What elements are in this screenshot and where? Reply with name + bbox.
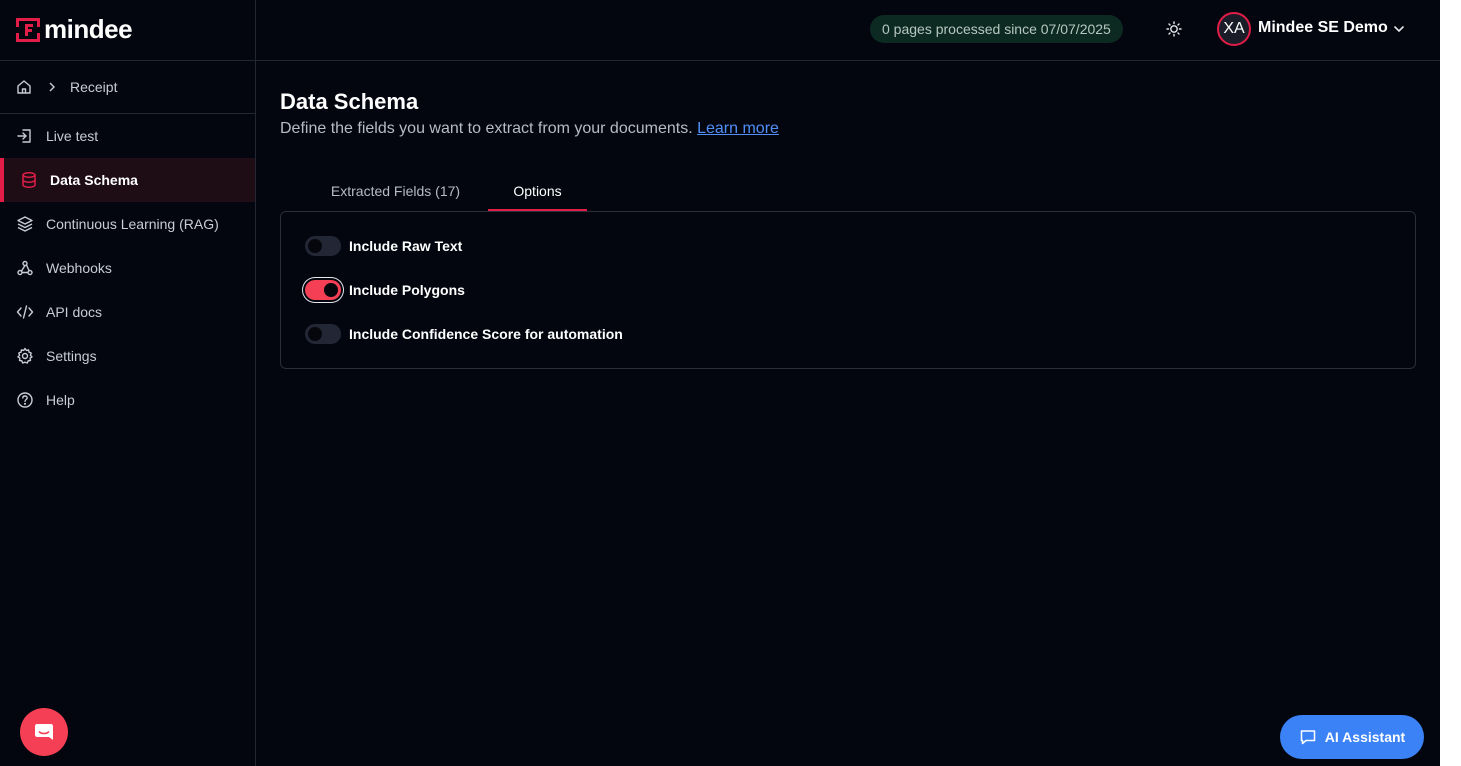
page-subtitle-text: Define the fields you want to extract fr…	[280, 120, 693, 137]
gear-icon	[17, 347, 33, 364]
option-label: Include Raw Text	[349, 238, 463, 254]
sidebar-item-live-test[interactable]: Live test	[0, 114, 255, 158]
toggle-knob	[308, 327, 322, 341]
ai-assistant-label: AI Assistant	[1324, 729, 1406, 745]
sidebar-item-api-docs[interactable]: API docs	[0, 290, 255, 334]
confidence-score-toggle[interactable]	[305, 324, 341, 344]
page-title: Data Schema	[280, 89, 419, 114]
home-icon[interactable]	[16, 79, 32, 95]
breadcrumb: Receipt	[0, 61, 255, 114]
sidebar-item-help[interactable]: Help	[0, 378, 255, 422]
learn-more-link[interactable]: Learn more	[697, 120, 779, 137]
brand-logo[interactable]: mindee	[0, 0, 255, 61]
sidebar-item-continuous-learning[interactable]: Continuous Learning (RAG)	[0, 202, 255, 246]
help-circle-icon	[17, 392, 33, 408]
page-subtitle: Define the fields you want to extract fr…	[280, 120, 779, 138]
sidebar-item-webhooks[interactable]: Webhooks	[0, 246, 255, 290]
sidebar-item-label: Help	[46, 392, 75, 408]
webhook-icon	[17, 260, 33, 276]
account-name[interactable]: Mindee SE Demo	[1258, 19, 1388, 37]
option-label: Include Polygons	[349, 282, 465, 298]
top-header: 0 pages processed since 07/07/2025 XA Mi…	[256, 0, 1440, 61]
sidebar-item-label: Live test	[46, 128, 99, 144]
option-label: Include Confidence Score for automation	[349, 326, 623, 342]
sidebar-item-label: Webhooks	[46, 260, 112, 276]
raw-text-toggle[interactable]	[305, 236, 341, 256]
sidebar-item-data-schema[interactable]: Data Schema	[0, 158, 255, 202]
polygons-toggle[interactable]	[305, 280, 341, 300]
database-icon	[22, 172, 36, 188]
ai-assistant-button[interactable]: AI Assistant	[1280, 715, 1424, 759]
code-icon	[16, 305, 34, 319]
tab-options[interactable]: Options	[488, 170, 587, 211]
login-icon	[17, 129, 31, 143]
chevron-right-icon	[49, 82, 55, 92]
chat-icon	[1300, 730, 1316, 745]
option-include-confidence-score: Include Confidence Score for automation	[305, 323, 623, 345]
layers-icon	[17, 216, 33, 232]
breadcrumb-current[interactable]: Receipt	[70, 79, 117, 95]
chevron-down-icon[interactable]	[1392, 22, 1406, 36]
brand-name: mindee	[44, 13, 133, 44]
usage-badge: 0 pages processed since 07/07/2025	[870, 15, 1123, 43]
mindee-logo-icon	[16, 18, 40, 42]
sidebar-item-label: Settings	[46, 348, 97, 364]
app-window: mindee Receipt Live test Data Schema Con…	[0, 0, 1440, 766]
sidebar-nav: Live test Data Schema Continuous Learnin…	[0, 114, 255, 422]
sidebar-item-label: Continuous Learning (RAG)	[46, 216, 219, 232]
option-include-raw-text: Include Raw Text	[305, 235, 462, 257]
options-panel: Include Raw Text Include Polygons Includ…	[280, 211, 1416, 369]
chat-bubble-icon	[35, 724, 53, 740]
option-include-polygons: Include Polygons	[305, 279, 465, 301]
tab-extracted-fields[interactable]: Extracted Fields (17)	[304, 170, 487, 211]
toggle-knob	[324, 283, 338, 297]
toggle-knob	[308, 239, 322, 253]
sidebar-item-label: API docs	[46, 304, 103, 320]
sun-icon[interactable]	[1164, 19, 1184, 39]
sidebar: mindee Receipt Live test Data Schema Con…	[0, 0, 256, 766]
sidebar-item-label: Data Schema	[50, 172, 138, 188]
sidebar-item-settings[interactable]: Settings	[0, 334, 255, 378]
support-chat-button[interactable]	[20, 708, 68, 756]
avatar[interactable]: XA	[1217, 12, 1251, 46]
